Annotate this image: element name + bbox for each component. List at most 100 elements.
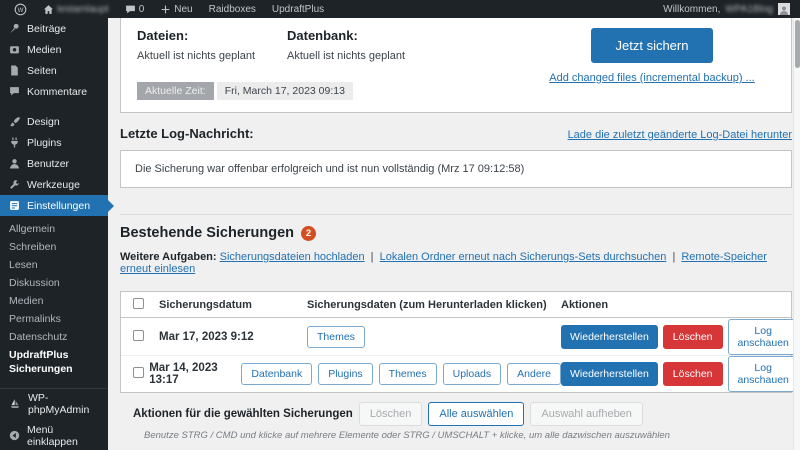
raidboxes-menu[interactable]: Raidboxes <box>203 0 262 18</box>
table-row: Mar 17, 2023 9:12 Themes Wiederherstelle… <box>121 318 791 355</box>
new-content-menu[interactable]: Neu <box>154 0 198 18</box>
sidebar-item-label: Medien <box>27 44 61 56</box>
delete-button[interactable]: Löschen <box>663 325 723 349</box>
user-icon <box>9 158 20 169</box>
backup-count-badge: 2 <box>301 226 316 241</box>
avatar <box>778 3 790 15</box>
sidebar-item-phpmyadmin[interactable]: WP-phpMyAdmin <box>0 393 108 414</box>
sidebar-item-label: Seiten <box>27 65 57 77</box>
avatar-person-icon <box>779 5 789 15</box>
multi-select-hint: Benutze STRG / CMD und klicke auf mehrer… <box>120 430 792 441</box>
sidebar-item-media[interactable]: Medien <box>0 39 108 60</box>
bulk-actions-label: Aktionen für die gewählten Sicherungen <box>133 408 353 420</box>
header-backup-data: Sicherungsdaten (zum Herunterladen klick… <box>307 299 561 311</box>
view-log-button[interactable]: Log anschauen <box>728 356 799 392</box>
sidebar-item-tools[interactable]: Werkzeuge <box>0 174 108 195</box>
more-tasks-label: Weitere Aufgaben: <box>120 251 217 263</box>
sidebar-item-pages[interactable]: Seiten <box>0 60 108 81</box>
download-database-button[interactable]: Datenbank <box>241 363 312 385</box>
plug-icon <box>9 137 20 148</box>
section-divider <box>120 214 792 215</box>
sidebar-item-label: WP-phpMyAdmin <box>28 392 99 416</box>
select-row-checkbox[interactable] <box>133 367 144 378</box>
view-log-button[interactable]: Log anschauen <box>728 319 799 355</box>
submenu-item-permalinks[interactable]: Permalinks <box>0 310 108 328</box>
rescan-folder-link[interactable]: Lokalen Ordner erneut nach Sicherungs-Se… <box>380 251 667 263</box>
upload-backup-link[interactable]: Sicherungsdateien hochladen <box>220 251 365 263</box>
download-others-button[interactable]: Andere <box>507 363 561 385</box>
header-backup-date: Sicherungsdatum <box>159 299 307 311</box>
header-actions: Aktionen <box>561 299 779 311</box>
sidebar-item-label: Plugins <box>27 137 61 149</box>
updraftplus-menu[interactable]: UpdraftPlus <box>266 0 330 18</box>
plus-icon <box>160 4 171 15</box>
download-plugins-button[interactable]: Plugins <box>318 363 372 385</box>
submenu-item-updraftplus[interactable]: UpdraftPlus Sicherungen <box>0 346 80 378</box>
database-label: Datenbank: <box>287 28 437 43</box>
comments-shortcut[interactable]: 0 <box>119 0 151 18</box>
backup-now-button[interactable]: Jetzt sichern <box>591 28 714 63</box>
sidebar-item-label: Benutzer <box>27 158 69 170</box>
restore-button[interactable]: Wiederherstellen <box>561 362 658 386</box>
existing-backups-heading: Bestehende Sicherungen <box>120 225 294 241</box>
media-icon <box>9 44 20 55</box>
welcome-label: Willkommen, <box>663 4 720 15</box>
admin-bar: W testamlaupt 0 Neu Raidboxes UpdraftPlu… <box>0 0 800 18</box>
last-log-message: Die Sicherung war offenbar erfolgreich u… <box>135 163 524 175</box>
download-uploads-button[interactable]: Uploads <box>443 363 502 385</box>
select-all-checkbox[interactable] <box>133 298 144 309</box>
new-label: Neu <box>174 4 192 15</box>
sidebar-item-design[interactable]: Design <box>0 111 108 132</box>
sidebar-item-label: Einstellungen <box>27 200 90 212</box>
backup-schedule-panel: Dateien: Aktuell ist nichts geplant Date… <box>120 18 792 113</box>
restore-button[interactable]: Wiederherstellen <box>561 325 658 349</box>
sidebar-item-label: Werkzeuge <box>27 179 80 191</box>
current-time: Aktuelle Zeit: Fri, March 17, 2023 09:13 <box>137 82 353 100</box>
sidebar-item-label: Design <box>27 116 60 128</box>
bulk-delete-button[interactable]: Löschen <box>359 402 423 426</box>
sidebar-separator <box>0 388 108 389</box>
submenu-item-writing[interactable]: Schreiben <box>0 238 108 256</box>
download-log-link[interactable]: Lade die zuletzt geänderte Log-Datei her… <box>568 129 792 141</box>
current-time-value: Fri, March 17, 2023 09:13 <box>217 82 353 100</box>
sidebar-item-settings[interactable]: Einstellungen <box>0 195 108 216</box>
comments-count: 0 <box>139 4 145 15</box>
download-themes-button[interactable]: Themes <box>379 363 437 385</box>
separator-pipe: | <box>371 251 374 263</box>
sidebar-item-label: Kommentare <box>27 86 87 98</box>
table-row: Mar 14, 2023 13:17 Datenbank Plugins The… <box>121 355 791 392</box>
submenu-item-reading[interactable]: Lesen <box>0 256 108 274</box>
wordpress-logo-icon[interactable]: W <box>8 0 33 18</box>
collapse-menu-button[interactable]: Menü einklappen <box>0 425 108 446</box>
admin-sidebar: Beiträge Medien Seiten Kommentare Design… <box>0 18 108 450</box>
main-content: Dateien: Aktuell ist nichts geplant Date… <box>108 18 800 450</box>
svg-text:W: W <box>18 6 24 13</box>
sidebar-item-label: Beiträge <box>27 23 66 35</box>
backup-date: Mar 17, 2023 9:12 <box>159 331 307 343</box>
submenu-item-privacy[interactable]: Datenschutz <box>0 328 108 346</box>
sidebar-item-plugins[interactable]: Plugins <box>0 132 108 153</box>
delete-button[interactable]: Löschen <box>663 362 723 386</box>
collapse-arrow-icon <box>9 430 20 441</box>
settings-icon <box>9 200 20 211</box>
account-menu[interactable]: Willkommen, WPA1Blog <box>663 3 800 15</box>
scrollbar-thumb[interactable] <box>795 20 800 68</box>
download-themes-button[interactable]: Themes <box>307 326 365 348</box>
sidebar-item-comments[interactable]: Kommentare <box>0 81 108 102</box>
last-log-heading: Letzte Log-Nachricht: <box>120 126 254 141</box>
page-scrollbar[interactable] <box>793 18 800 450</box>
select-row-checkbox[interactable] <box>133 330 144 341</box>
pin-icon <box>9 23 20 34</box>
table-header-row: Sicherungsdatum Sicherungsdaten (zum Her… <box>121 292 791 318</box>
site-name: testamlaupt <box>57 4 109 15</box>
sidebar-item-users[interactable]: Benutzer <box>0 153 108 174</box>
separator-pipe: | <box>672 251 675 263</box>
submenu-item-discussion[interactable]: Diskussion <box>0 274 108 292</box>
submenu-item-media[interactable]: Medien <box>0 292 108 310</box>
deselect-button[interactable]: Auswahl aufheben <box>530 402 643 426</box>
site-name-link[interactable]: testamlaupt <box>37 0 115 18</box>
sidebar-item-posts[interactable]: Beiträge <box>0 18 108 39</box>
submenu-item-general[interactable]: Allgemein <box>0 220 108 238</box>
incremental-backup-link[interactable]: Add changed files (incremental backup) .… <box>549 72 754 84</box>
select-all-button[interactable]: Alle auswählen <box>428 402 524 426</box>
